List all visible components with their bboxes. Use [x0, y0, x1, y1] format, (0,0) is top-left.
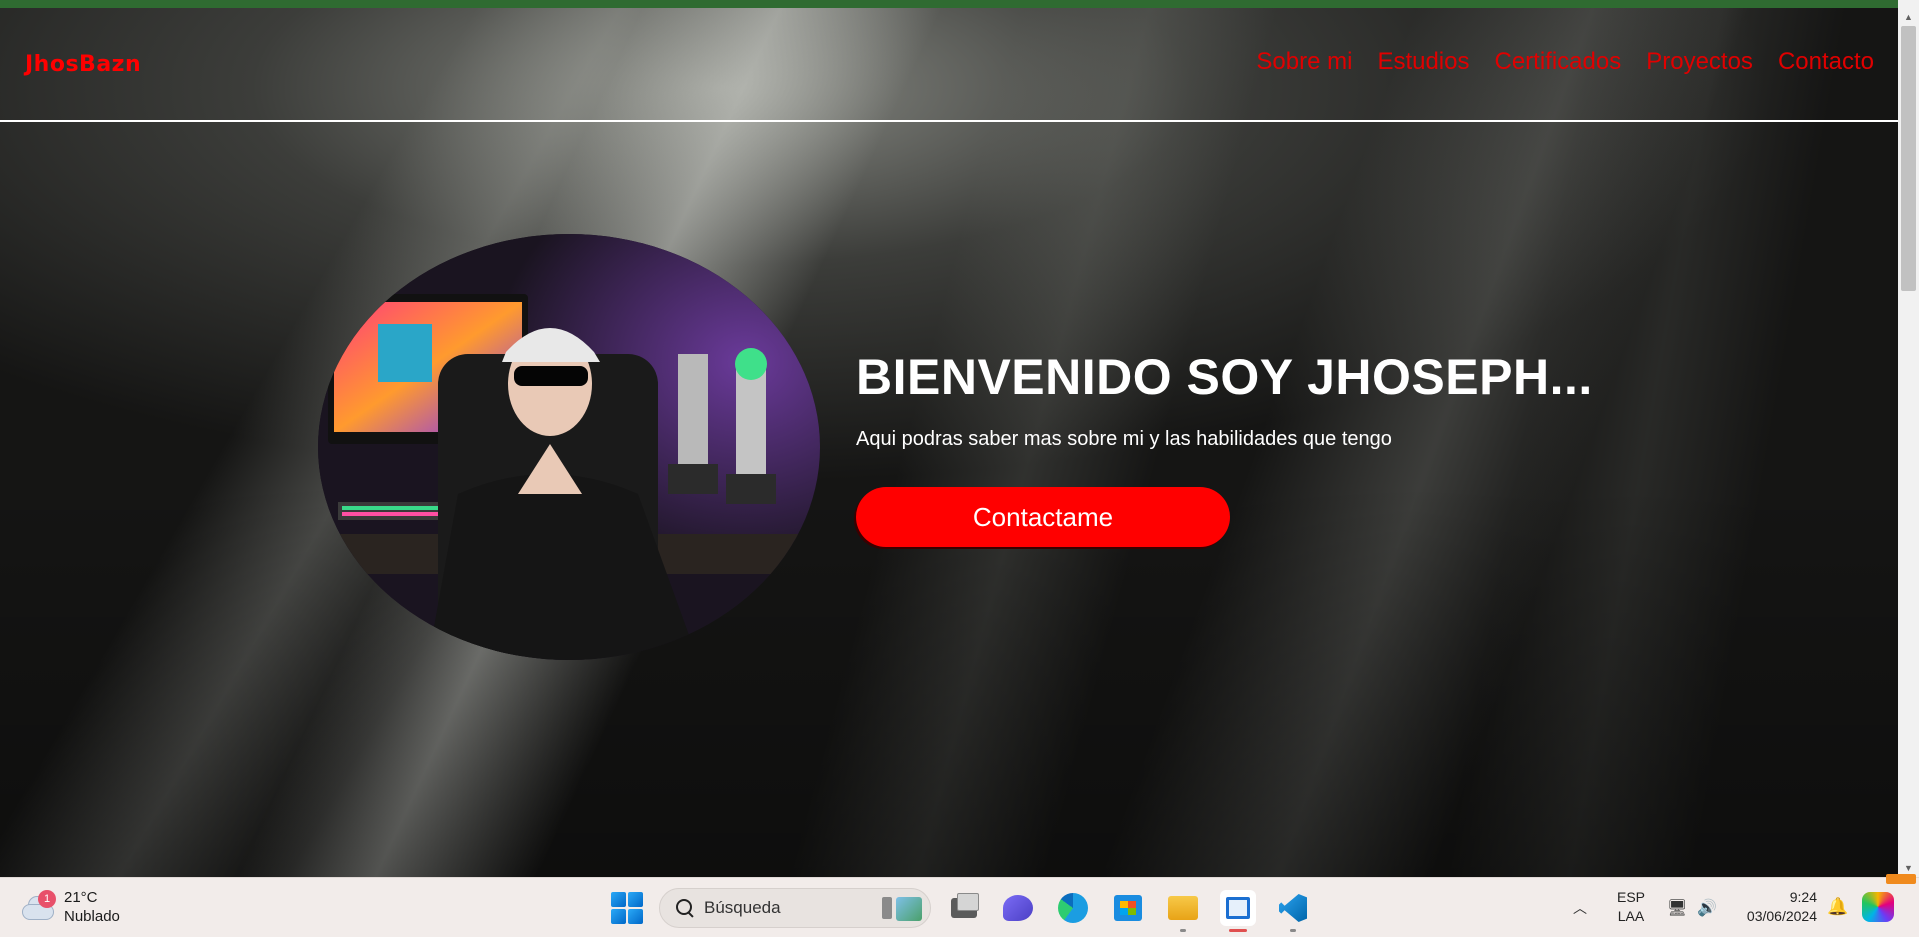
meet-icon[interactable]	[1000, 890, 1036, 926]
profile-photo	[318, 234, 820, 660]
store-icon[interactable]	[1110, 890, 1146, 926]
clock-date: 03/06/2024	[1746, 908, 1817, 924]
chevron-up-icon[interactable]: ︿	[1573, 898, 1587, 918]
weather-temperature: 21°C	[64, 889, 98, 906]
partial-overlay-icon	[1886, 874, 1916, 884]
copilot-icon[interactable]	[1862, 892, 1894, 922]
nav-link-contacto[interactable]: Contacto	[1778, 48, 1874, 76]
cloud-icon: 1	[22, 890, 56, 922]
taskbar-search[interactable]: Búsqueda	[659, 888, 931, 928]
search-placeholder: Búsqueda	[704, 898, 781, 917]
weather-widget[interactable]: 1 21°C Nublado	[22, 888, 120, 926]
language-indicator[interactable]: ESP LAA	[1617, 888, 1645, 926]
top-accent-strip	[0, 0, 1898, 8]
app-window-icon[interactable]	[1220, 890, 1256, 932]
nav-link-sobre-mi[interactable]: Sobre mi	[1256, 48, 1352, 76]
hero-title: BIENVENIDO SOY JHOSEPH...	[856, 349, 1593, 405]
folder-icon[interactable]	[1165, 890, 1201, 932]
scroll-up-icon[interactable]: ▲	[1898, 8, 1919, 26]
taskbar: 1 21°C Nublado Búsqueda ︿ ESP LAA 🖥 🔊 9:…	[0, 874, 1919, 937]
weather-badge: 1	[38, 890, 56, 908]
nav-link-estudios[interactable]: Estudios	[1377, 48, 1469, 76]
task-view-icon[interactable]	[946, 890, 982, 926]
contact-button[interactable]: Contactame	[856, 487, 1230, 547]
nav-link-proyectos[interactable]: Proyectos	[1646, 48, 1753, 76]
search-highlight-icon	[882, 897, 922, 921]
vscode-icon[interactable]	[1275, 890, 1311, 932]
windows-icon[interactable]	[611, 892, 643, 924]
network-icon[interactable]: 🖥	[1667, 898, 1687, 918]
web-page: JhosBazn Sobre mi Estudios Certificados …	[0, 0, 1898, 877]
scroll-thumb[interactable]	[1901, 26, 1916, 291]
notification-bell-icon[interactable]: 🔔	[1827, 897, 1848, 917]
search-icon	[674, 897, 696, 919]
volume-icon[interactable]: 🔊	[1697, 898, 1717, 918]
hero-subtitle: Aqui podras saber mas sobre mi y las hab…	[856, 428, 1392, 450]
nav-link-certificados[interactable]: Certificados	[1495, 48, 1622, 76]
nav-menu: Sobre mi Estudios Certificados Proyectos…	[1256, 48, 1874, 76]
site-logo[interactable]: JhosBazn	[25, 52, 141, 77]
clock[interactable]: 9:24 03/06/2024	[1737, 888, 1817, 926]
navbar: JhosBazn Sobre mi Estudios Certificados …	[0, 8, 1898, 122]
profile-photo-illustration	[318, 234, 820, 660]
weather-condition: Nublado	[64, 908, 120, 925]
clock-time: 9:24	[1789, 889, 1817, 905]
edge-icon[interactable]	[1055, 890, 1091, 926]
page-scrollbar[interactable]: ▲ ▼	[1898, 0, 1919, 877]
